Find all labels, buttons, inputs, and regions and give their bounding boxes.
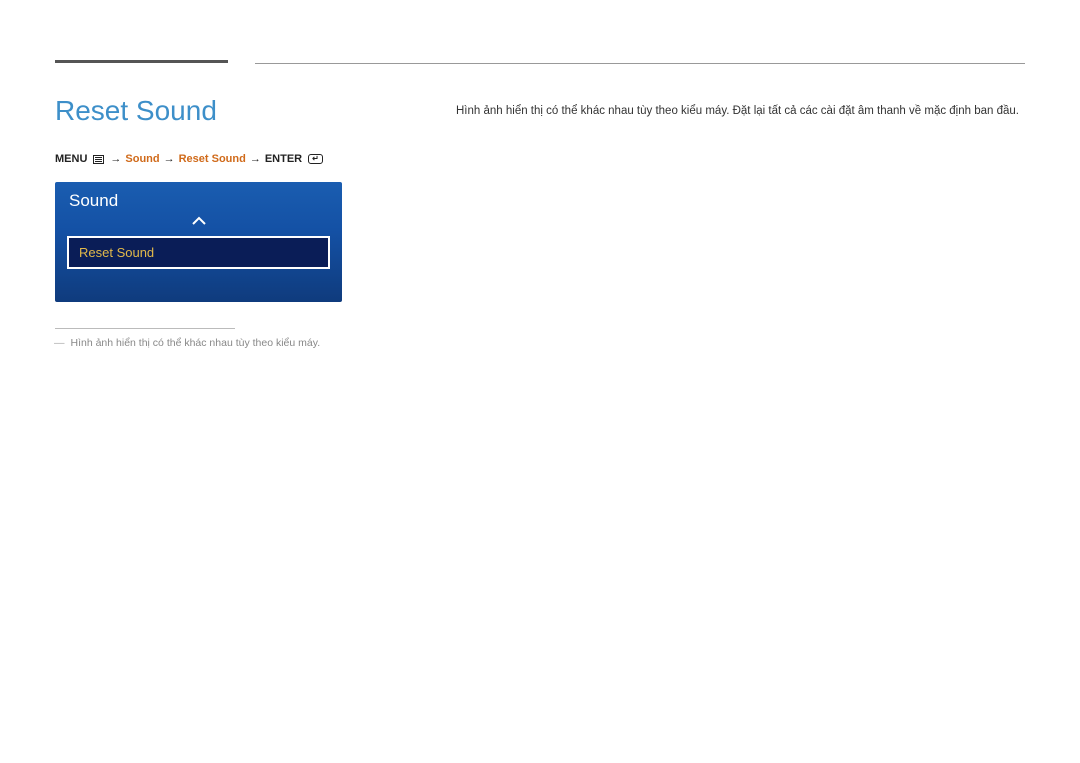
footnote: ― Hình ảnh hiển thị có thể khác nhau tùy… bbox=[54, 337, 320, 349]
chevron-up-icon[interactable] bbox=[55, 216, 342, 236]
menu-item-reset-sound[interactable]: Reset Sound bbox=[67, 236, 330, 269]
breadcrumb-arrow: → bbox=[250, 153, 261, 165]
breadcrumb-menu-label: MENU bbox=[55, 153, 87, 165]
accent-bar bbox=[55, 60, 228, 63]
menu-icon bbox=[93, 155, 104, 164]
footnote-divider bbox=[55, 328, 235, 329]
breadcrumb-enter-label: ENTER bbox=[265, 153, 302, 165]
breadcrumb-path-reset-sound: Reset Sound bbox=[179, 153, 246, 165]
footnote-dash: ― bbox=[54, 337, 65, 349]
divider-line bbox=[255, 63, 1025, 64]
enter-icon bbox=[308, 154, 323, 164]
breadcrumb-arrow: → bbox=[164, 153, 175, 165]
sound-menu-panel: Sound Reset Sound bbox=[55, 182, 342, 302]
breadcrumb-path-sound: Sound bbox=[125, 153, 159, 165]
footnote-text: Hình ảnh hiển thị có thể khác nhau tùy t… bbox=[71, 337, 321, 349]
description-text: Hình ảnh hiển thị có thể khác nhau tùy t… bbox=[456, 103, 1019, 119]
page-title: Reset Sound bbox=[55, 95, 217, 127]
breadcrumb: MENU → Sound → Reset Sound → ENTER bbox=[55, 153, 325, 165]
menu-panel-title: Sound bbox=[55, 182, 342, 216]
breadcrumb-arrow: → bbox=[110, 153, 121, 165]
